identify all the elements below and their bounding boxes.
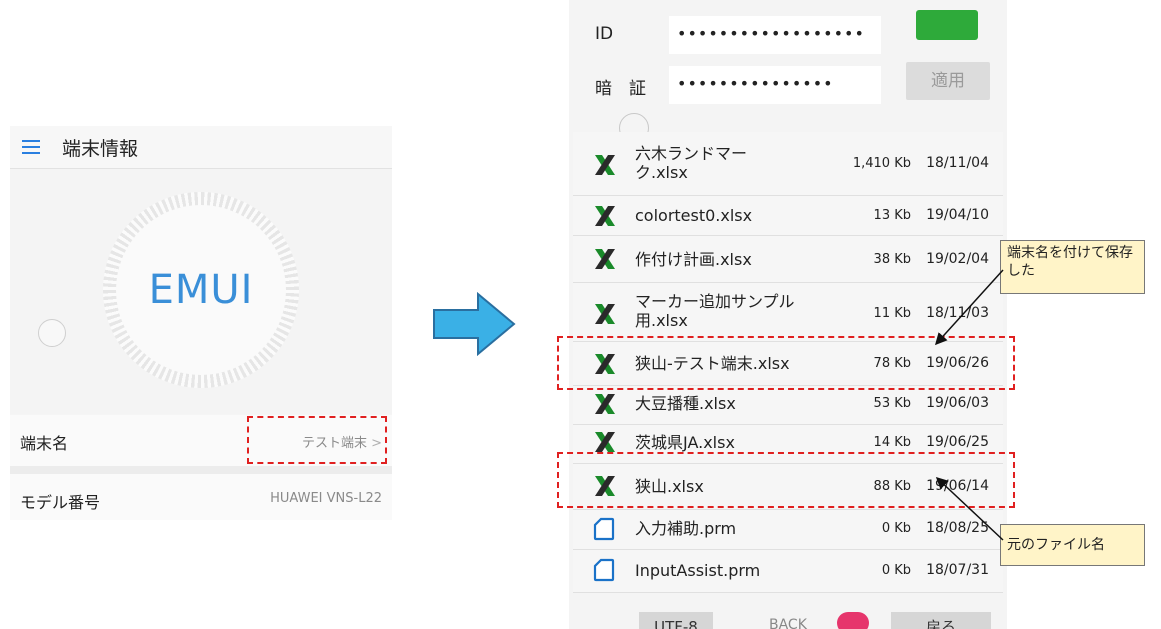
arrow-to-renamed-file (934, 269, 1004, 346)
callout-arrows (934, 269, 1004, 541)
arrow-to-original-file (935, 476, 1004, 541)
